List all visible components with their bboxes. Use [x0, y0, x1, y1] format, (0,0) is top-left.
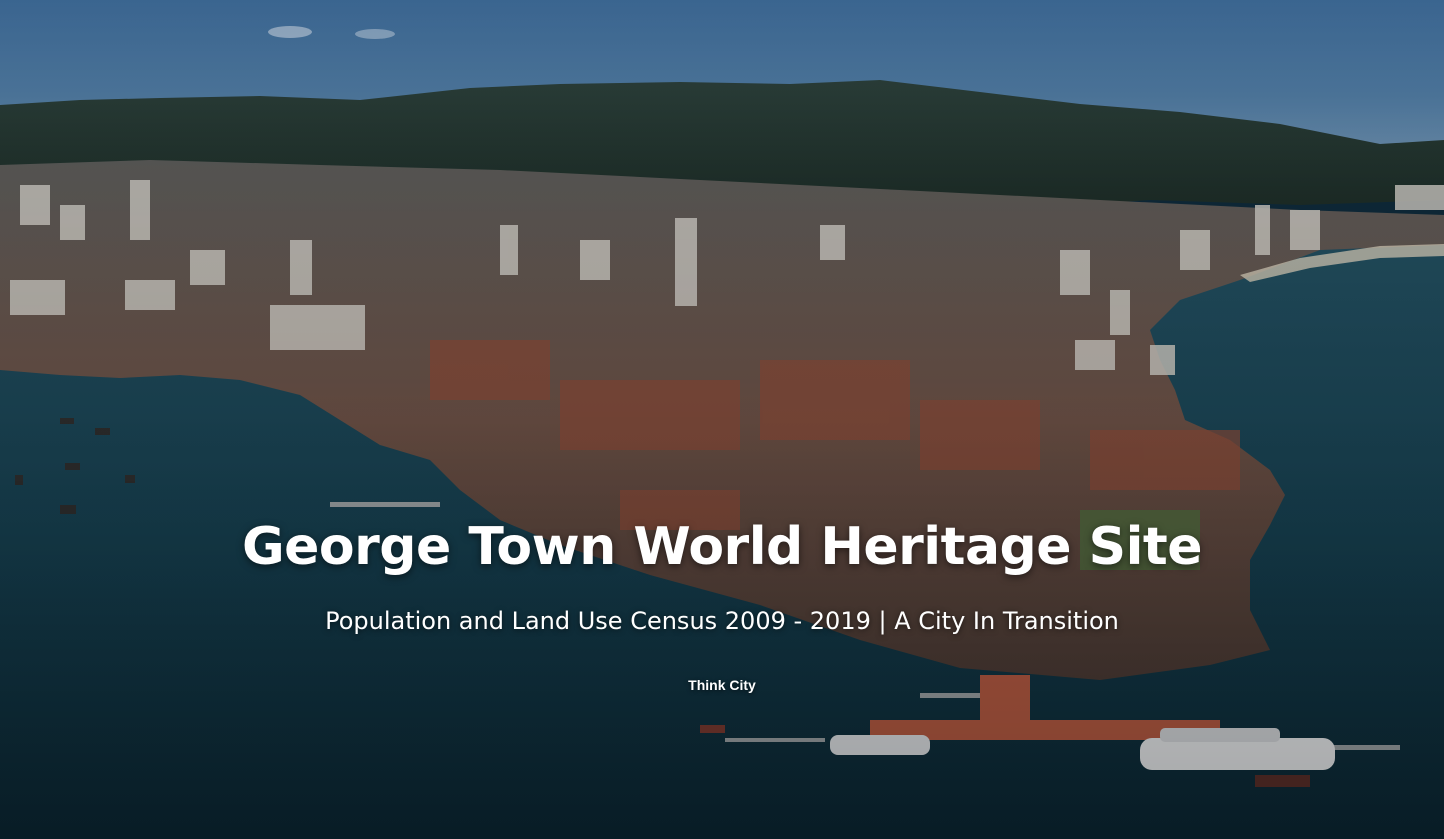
hero-text-block: George Town World Heritage Site Populati… [0, 512, 1444, 694]
story-subtitle: Population and Land Use Census 2009 - 20… [325, 607, 1119, 635]
hero-cover: George Town World Heritage Site Populati… [0, 0, 1444, 839]
story-byline: Think City [688, 677, 756, 693]
story-title: George Town World Heritage Site [241, 517, 1203, 577]
hero-overlay [0, 0, 1444, 839]
